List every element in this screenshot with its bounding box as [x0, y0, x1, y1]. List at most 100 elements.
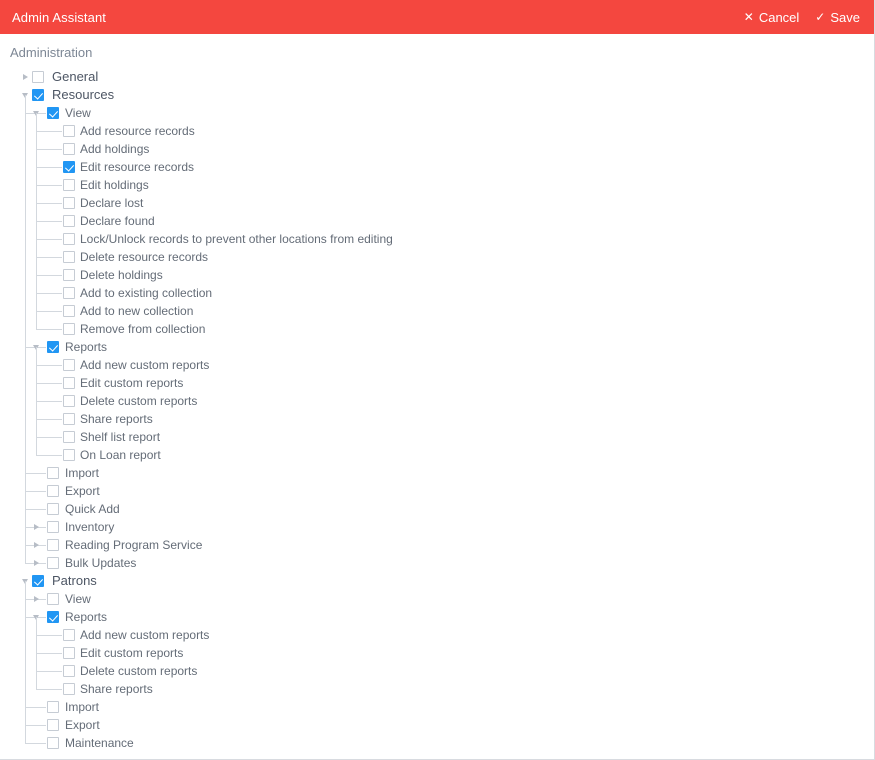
tree-row[interactable]: On Loan report — [0, 446, 874, 464]
tree-row-label: Patrons — [52, 573, 97, 588]
checkbox-unchecked[interactable] — [63, 413, 75, 425]
checkbox-unchecked[interactable] — [63, 449, 75, 461]
checkbox-unchecked[interactable] — [47, 503, 59, 515]
checkbox-unchecked[interactable] — [63, 647, 75, 659]
tree-row[interactable]: General — [0, 68, 874, 86]
tree-row[interactable]: Share reports — [0, 410, 874, 428]
checkbox-unchecked[interactable] — [63, 377, 75, 389]
checkbox-unchecked[interactable] — [63, 359, 75, 371]
tree-row[interactable]: Add to existing collection — [0, 284, 874, 302]
tree-row[interactable]: Lock/Unlock records to prevent other loc… — [0, 230, 874, 248]
tree-row-label: Export — [65, 484, 100, 498]
tree-row[interactable]: Edit custom reports — [0, 374, 874, 392]
chevron-right-icon[interactable] — [30, 518, 42, 536]
tree-arrow-placeholder — [48, 320, 60, 338]
tree-row[interactable]: Bulk Updates — [0, 554, 874, 572]
checkbox-unchecked[interactable] — [47, 719, 59, 731]
checkbox-unchecked[interactable] — [63, 287, 75, 299]
tree-row-label: Add to new collection — [80, 304, 194, 318]
tree-row[interactable]: Reports — [0, 608, 874, 626]
tree-row[interactable]: Edit resource records — [0, 158, 874, 176]
tree-row-label: Delete custom reports — [80, 664, 198, 678]
checkbox-unchecked[interactable] — [63, 629, 75, 641]
checkbox-unchecked[interactable] — [47, 593, 59, 605]
checkbox-unchecked[interactable] — [47, 485, 59, 497]
checkbox-unchecked[interactable] — [63, 323, 75, 335]
tree-guide-line — [36, 617, 37, 689]
tree-row[interactable]: Import — [0, 698, 874, 716]
checkbox-unchecked[interactable] — [63, 197, 75, 209]
tree-arrow-placeholder — [30, 500, 42, 518]
tree-row-label: Add holdings — [80, 142, 150, 156]
checkbox-unchecked[interactable] — [63, 395, 75, 407]
tree-row[interactable]: Add resource records — [0, 122, 874, 140]
tree-row[interactable]: Share reports — [0, 680, 874, 698]
checkbox-unchecked[interactable] — [63, 683, 75, 695]
checkbox-unchecked[interactable] — [63, 665, 75, 677]
checkbox-checked[interactable] — [47, 611, 59, 623]
admin-assistant-window: Admin Assistant ✕ Cancel ✓ Save Administ… — [0, 0, 875, 760]
tree-row[interactable]: Remove from collection — [0, 320, 874, 338]
save-button-label: Save — [830, 9, 860, 25]
tree-arrow-placeholder — [30, 716, 42, 734]
checkbox-unchecked[interactable] — [63, 269, 75, 281]
tree-row[interactable]: Delete resource records — [0, 248, 874, 266]
tree-row[interactable]: View — [0, 590, 874, 608]
chevron-right-icon[interactable] — [30, 590, 42, 608]
checkbox-unchecked[interactable] — [63, 143, 75, 155]
tree-row[interactable]: Add new custom reports — [0, 356, 874, 374]
checkbox-unchecked[interactable] — [47, 521, 59, 533]
tree-row[interactable]: Add to new collection — [0, 302, 874, 320]
checkbox-checked[interactable] — [63, 161, 75, 173]
tree-row[interactable]: Reading Program Service — [0, 536, 874, 554]
checkbox-unchecked[interactable] — [47, 701, 59, 713]
tree-row[interactable]: Edit holdings — [0, 176, 874, 194]
checkbox-unchecked[interactable] — [47, 737, 59, 749]
tree-row[interactable]: Delete custom reports — [0, 392, 874, 410]
checkbox-checked[interactable] — [32, 575, 44, 587]
tree-arrow-placeholder — [48, 266, 60, 284]
tree-row[interactable]: Add holdings — [0, 140, 874, 158]
checkbox-checked[interactable] — [32, 89, 44, 101]
tree-row[interactable]: Shelf list report — [0, 428, 874, 446]
tree-row[interactable]: Export — [0, 716, 874, 734]
tree-row[interactable]: View — [0, 104, 874, 122]
chevron-right-icon[interactable] — [30, 536, 42, 554]
tree-row[interactable]: Reports — [0, 338, 874, 356]
checkbox-unchecked[interactable] — [63, 251, 75, 263]
tree-row[interactable]: Delete holdings — [0, 266, 874, 284]
tree-row[interactable]: Resources — [0, 86, 874, 104]
tree-row-label: Inventory — [65, 520, 115, 534]
checkbox-unchecked[interactable] — [63, 305, 75, 317]
tree-row[interactable]: Delete custom reports — [0, 662, 874, 680]
checkbox-unchecked[interactable] — [47, 539, 59, 551]
tree-row[interactable]: Inventory — [0, 518, 874, 536]
checkbox-unchecked[interactable] — [63, 179, 75, 191]
checkbox-checked[interactable] — [47, 341, 59, 353]
tree-row[interactable]: Quick Add — [0, 500, 874, 518]
checkbox-unchecked[interactable] — [63, 233, 75, 245]
tree-arrow-placeholder — [48, 428, 60, 446]
checkbox-checked[interactable] — [47, 107, 59, 119]
tree-row-label: Shelf list report — [80, 430, 161, 444]
checkbox-unchecked[interactable] — [63, 215, 75, 227]
save-button[interactable]: ✓ Save — [815, 10, 860, 25]
checkbox-unchecked[interactable] — [47, 557, 59, 569]
tree-row[interactable]: Patrons — [0, 572, 874, 590]
tree-row[interactable]: Maintenance — [0, 734, 874, 752]
tree-row-label: Share reports — [80, 412, 153, 426]
chevron-right-icon[interactable] — [19, 68, 31, 86]
checkbox-unchecked[interactable] — [47, 467, 59, 479]
tree-row[interactable]: Export — [0, 482, 874, 500]
checkbox-unchecked[interactable] — [32, 71, 44, 83]
tree-row[interactable]: Add new custom reports — [0, 626, 874, 644]
chevron-right-icon[interactable] — [30, 554, 42, 572]
cancel-button[interactable]: ✕ Cancel — [744, 10, 800, 25]
checkbox-unchecked[interactable] — [63, 125, 75, 137]
tree-row[interactable]: Edit custom reports — [0, 644, 874, 662]
tree-row[interactable]: Declare lost — [0, 194, 874, 212]
tree-row[interactable]: Declare found — [0, 212, 874, 230]
checkbox-unchecked[interactable] — [63, 431, 75, 443]
tree-row[interactable]: Import — [0, 464, 874, 482]
tree-arrow-placeholder — [48, 392, 60, 410]
